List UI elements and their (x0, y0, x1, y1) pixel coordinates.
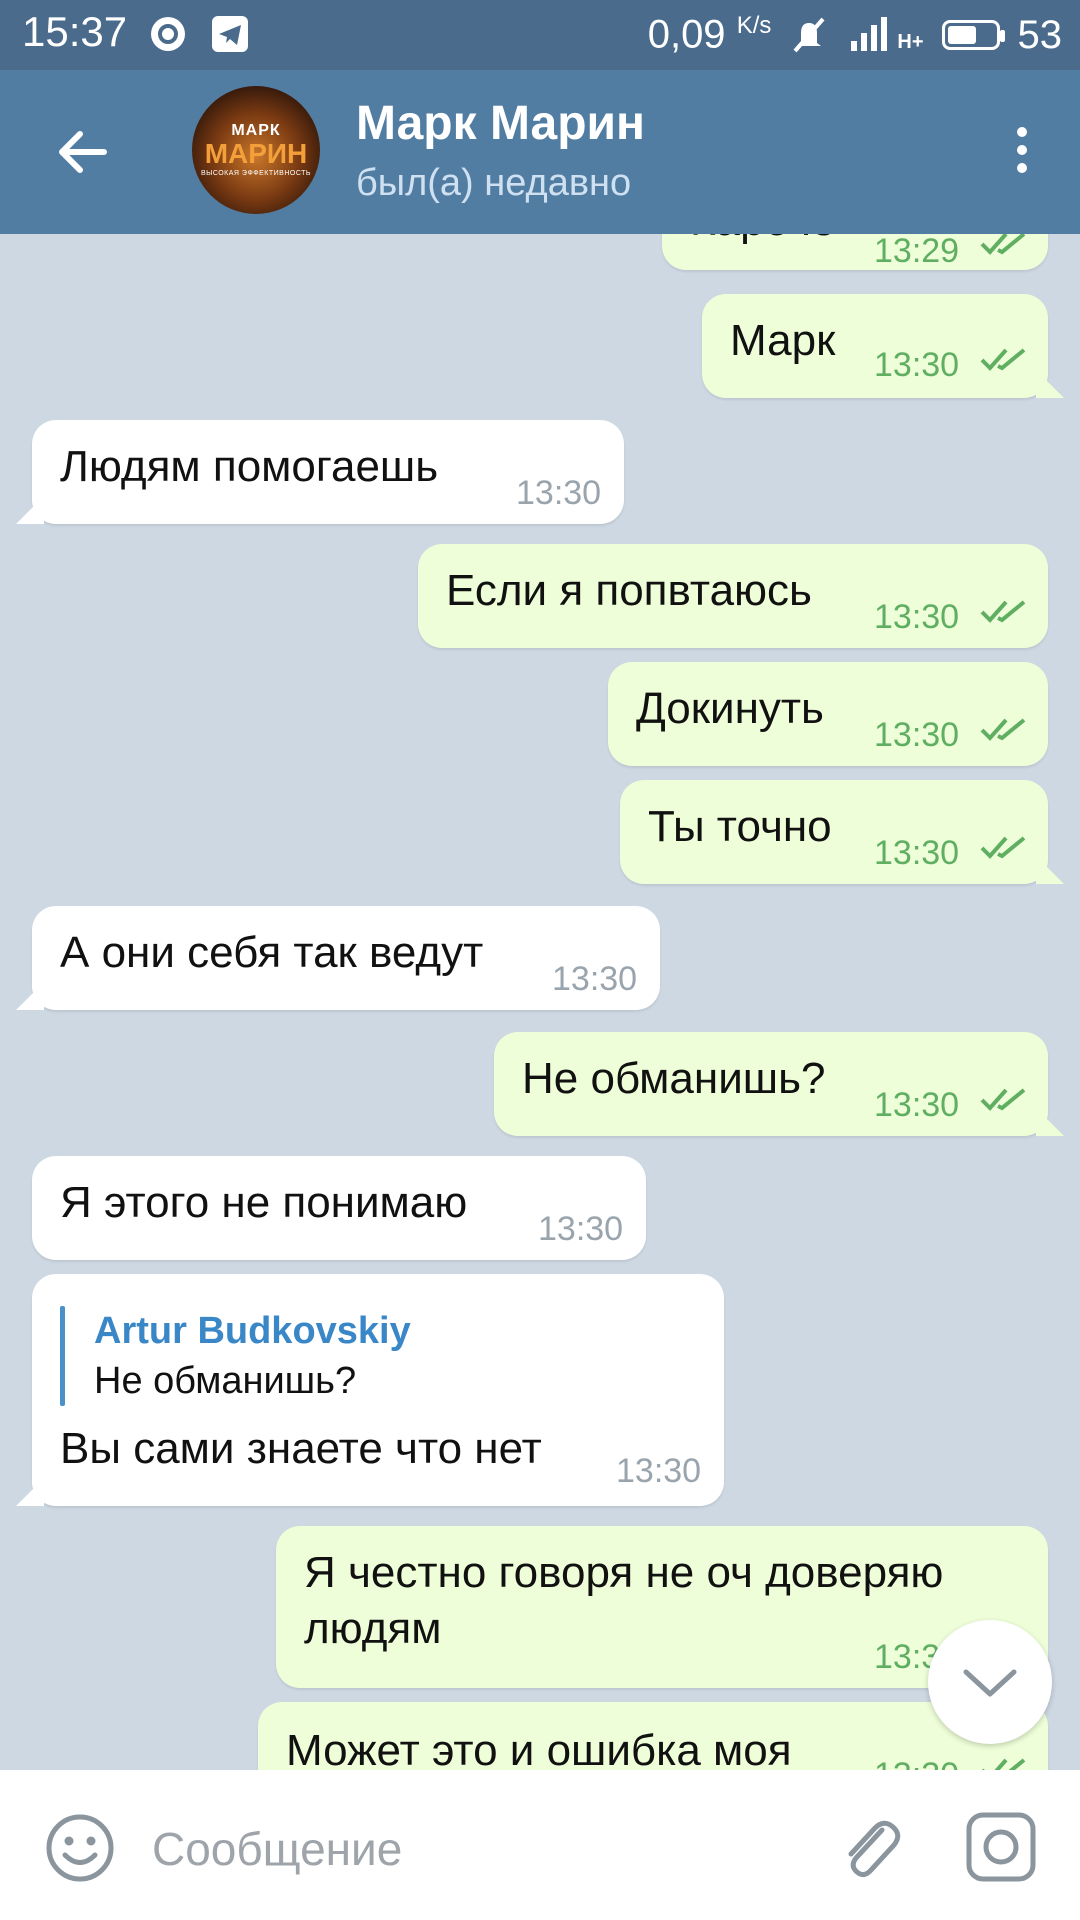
status-bar: 15:37 0,09 K/s H+ 53 (0, 0, 1080, 70)
message-incoming[interactable]: Людям помогаешь 13:30 (32, 420, 624, 524)
network-type: H+ (897, 31, 924, 53)
message-list[interactable]: Кароче 13:29 Марк 13:30 Людям помогаешь … (0, 234, 1080, 1770)
message-incoming[interactable]: А они себя так ведут 13:30 (32, 906, 660, 1010)
message-text: А они себя так ведут (60, 928, 484, 977)
message-text-line2: людям (304, 1604, 442, 1653)
message-time: 13:30 (616, 1452, 702, 1490)
message-text: Кароче (690, 234, 835, 248)
message-text: Вы сами знаете что нет (60, 1424, 542, 1473)
message-time: 13:30 (552, 960, 638, 998)
battery-level: 53 (1017, 12, 1063, 57)
message-outgoing[interactable]: Докинуть 13:30 (608, 662, 1048, 766)
reply-author[interactable]: Artur Budkovskiy (94, 1304, 411, 1358)
sync-icon (151, 17, 185, 51)
reply-bar (60, 1306, 65, 1406)
message-incoming[interactable]: Я этого не понимаю 13:30 (32, 1156, 646, 1260)
chat-status: был(а) недавно (356, 162, 632, 204)
network-speed: 0,09 K/s (647, 12, 772, 57)
message-text: Если я попвтаюсь (446, 566, 812, 615)
message-time: 13:30 (874, 598, 960, 636)
avatar-text-sub: ВЫСОКАЯ ЭФФЕКТИВНОСТЬ (200, 170, 312, 177)
status-right: 0,09 K/s H+ 53 (648, 8, 1062, 62)
message-composer (0, 1770, 1080, 1920)
back-arrow-icon[interactable] (52, 122, 112, 182)
message-time: 13:29 (874, 234, 960, 270)
message-text-line1: Я честно говоря не оч доверяю (304, 1548, 944, 1597)
message-text: Ты точно (648, 802, 832, 851)
message-incoming-reply[interactable]: Artur Budkovskiy Не обманишь? Вы сами зн… (32, 1274, 724, 1506)
battery-icon (941, 20, 1005, 50)
message-time: 13:30 (874, 716, 960, 754)
message-text: Докинуть (636, 684, 824, 733)
message-outgoing[interactable]: Марк 13:30 (702, 294, 1048, 398)
message-outgoing[interactable]: Кароче 13:29 (662, 234, 1048, 270)
emoji-icon[interactable] (44, 1812, 116, 1884)
message-outgoing[interactable]: Ты точно 13:30 (620, 780, 1048, 884)
double-check-icon (980, 348, 1026, 371)
paperclip-icon[interactable] (830, 1808, 910, 1888)
double-check-icon (980, 234, 1026, 255)
message-text: Не обманишь? (522, 1054, 826, 1103)
notification-icons (148, 12, 250, 56)
double-check-icon (982, 1758, 1026, 1770)
chevron-down-icon (963, 1669, 1017, 1697)
double-check-icon (980, 600, 1026, 623)
message-time: 13:30 (874, 1086, 960, 1124)
message-time: 13:30 (874, 1748, 959, 1770)
double-check-icon (980, 836, 1026, 859)
message-input[interactable] (150, 1808, 794, 1890)
message-text: Может это и ошибка моя (286, 1726, 792, 1770)
chat-header: МАРК МАРИН ВЫСОКАЯ ЭФФЕКТИВНОСТЬ Марк Ма… (0, 70, 1080, 234)
message-time: 13:30 (516, 474, 602, 512)
message-time: 13:30 (538, 1210, 624, 1248)
status-time: 15:37 (22, 8, 128, 55)
camera-icon[interactable] (964, 1810, 1038, 1884)
message-text: Людям помогаешь (60, 442, 439, 491)
telegram-icon (212, 16, 248, 52)
scroll-down-button[interactable] (928, 1620, 1052, 1744)
double-check-icon (980, 718, 1026, 741)
avatar-text-main: МАРИН (204, 138, 308, 169)
message-text: Я этого не понимаю (60, 1178, 468, 1227)
reply-quote[interactable]: Не обманишь? (94, 1354, 356, 1408)
message-outgoing[interactable]: Если я попвтаюсь 13:30 (418, 544, 1048, 648)
mute-icon (793, 17, 825, 53)
more-vert-icon[interactable] (1002, 120, 1042, 180)
chat-title[interactable]: Марк Марин (356, 96, 645, 151)
signal-icon (851, 17, 888, 51)
message-outgoing[interactable]: Не обманишь? 13:30 (494, 1032, 1048, 1136)
message-time: 13:30 (874, 346, 960, 384)
message-text: Марк (730, 316, 836, 365)
avatar[interactable]: МАРК МАРИН ВЫСОКАЯ ЭФФЕКТИВНОСТЬ (192, 86, 320, 214)
message-time: 13:30 (874, 834, 960, 872)
double-check-icon (980, 1088, 1026, 1111)
